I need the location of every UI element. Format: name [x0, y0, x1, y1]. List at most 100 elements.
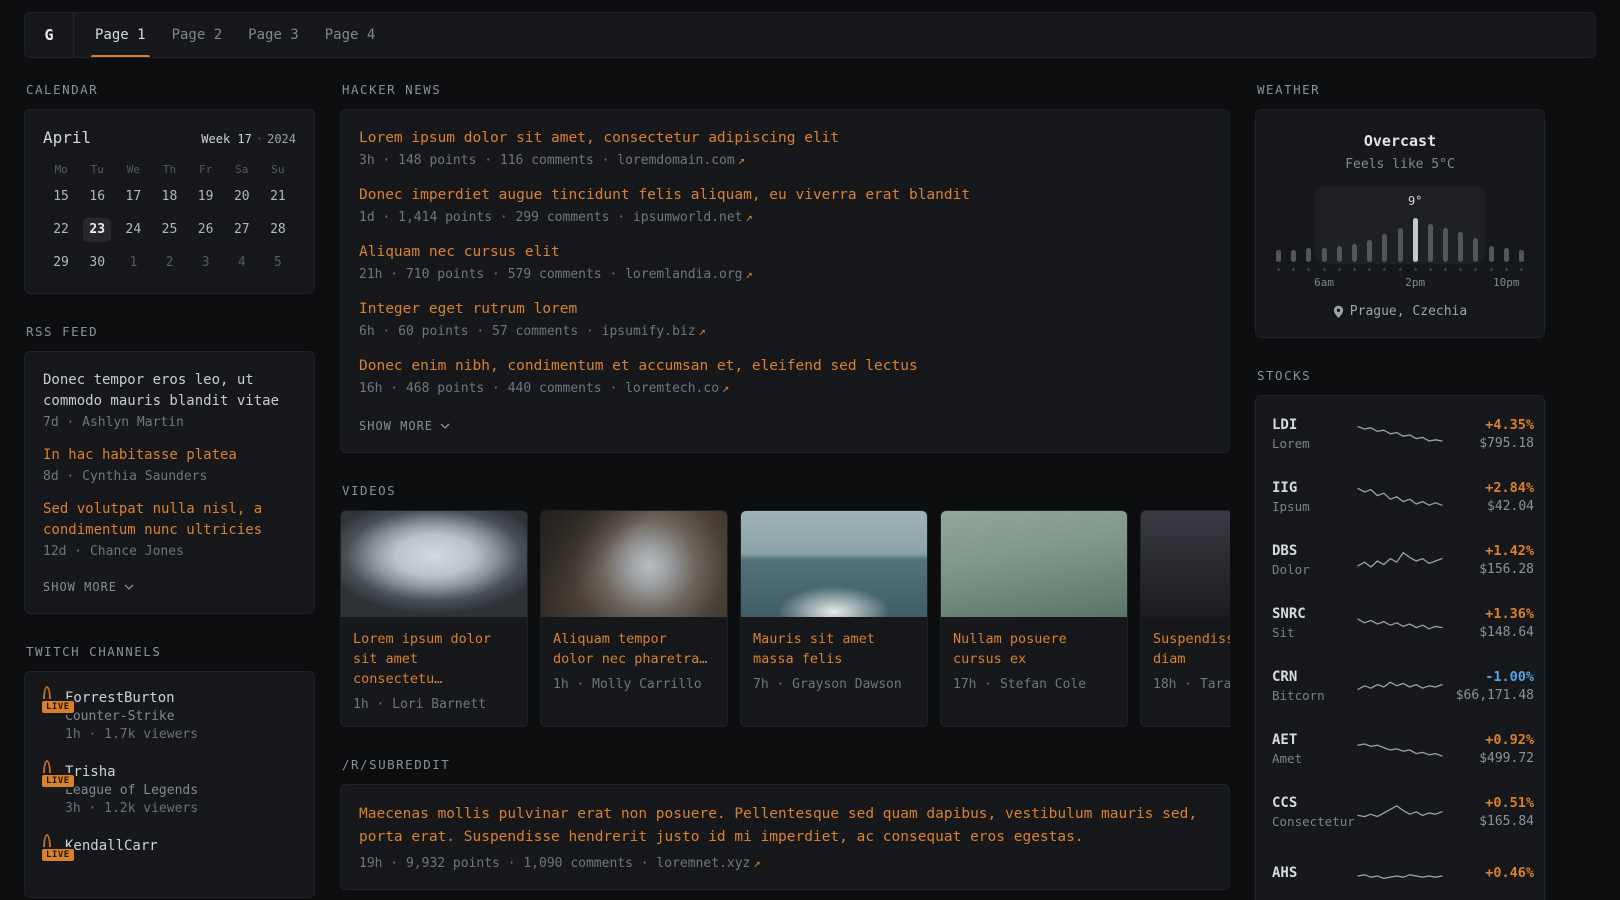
stock-change: +0.46%: [1444, 865, 1534, 881]
rss-item: Sed volutpat nulla nisl, a condimentum n…: [43, 499, 296, 559]
rss-item-title[interactable]: Sed volutpat nulla nisl, a condimentum n…: [43, 499, 296, 541]
show-more-label: SHOW MORE: [43, 580, 117, 594]
twitch-channel-row[interactable]: LIVE KendallCarr: [43, 838, 296, 857]
stock-row[interactable]: SNRCSit +1.36%$148.64: [1272, 591, 1528, 654]
weather-time-label: 2pm: [1405, 276, 1425, 289]
video-card[interactable]: Aliquam tempor dolor nec pharetra… 1h · …: [540, 510, 728, 727]
stock-sparkline: [1356, 796, 1444, 828]
page: G Page 1 Page 2 Page 3 Page 4 CALENDAR A…: [0, 12, 1620, 900]
stock-change: +0.51%: [1444, 795, 1534, 811]
middle-column: HACKER NEWS Lorem ipsum dolor sit amet, …: [340, 82, 1230, 890]
rss-item-title[interactable]: Donec tempor eros leo, ut commodo mauris…: [43, 370, 296, 412]
stock-name: Consectetur: [1272, 814, 1356, 829]
rss-show-more-button[interactable]: SHOW MORE: [43, 580, 134, 594]
weather-dot: [1490, 268, 1493, 271]
subreddit-item-title[interactable]: Maecenas mollis pulvinar erat non posuer…: [359, 803, 1211, 849]
calendar-day: 24: [115, 218, 151, 242]
stock-symbol: AHS: [1272, 865, 1356, 881]
tab-page-3[interactable]: Page 3: [248, 13, 299, 57]
topbar: G Page 1 Page 2 Page 3 Page 4: [24, 12, 1596, 58]
video-meta: 18h · Tara: [1153, 677, 1230, 692]
rss-card: Donec tempor eros leo, ut commodo mauris…: [24, 351, 315, 614]
twitch-channel-row[interactable]: LIVE Trisha League of Legends 3h · 1.2k …: [43, 764, 296, 816]
hn-item-title[interactable]: Donec imperdiet augue tincidunt felis al…: [359, 185, 1211, 206]
weather-dot: [1353, 268, 1356, 271]
section-title-hackernews: HACKER NEWS: [342, 82, 1230, 97]
tab-page-2[interactable]: Page 2: [172, 13, 223, 57]
weather-location-row: Prague, Czechia: [1271, 304, 1529, 319]
video-card[interactable]: Nullam posuere cursus ex 17h · Stefan Co…: [940, 510, 1128, 727]
twitch-channel-meta: 3h · 1.2k viewers: [65, 801, 198, 816]
twitch-channel-name: KendallCarr: [65, 838, 158, 854]
weather-bar: [1276, 250, 1281, 262]
hn-show-more-button[interactable]: SHOW MORE: [359, 419, 450, 433]
hn-item: Donec imperdiet augue tincidunt felis al…: [359, 185, 1211, 225]
hn-item-domain-link[interactable]: loremlandia.org↗: [625, 267, 753, 282]
video-card[interactable]: Suspendisse diam 18h · Tara: [1140, 510, 1230, 727]
tab-page-4[interactable]: Page 4: [325, 13, 376, 57]
stock-row[interactable]: LDILorem +4.35%$795.18: [1272, 402, 1528, 465]
video-card[interactable]: Mauris sit amet massa felis 7h · Grayson…: [740, 510, 928, 727]
weather-time-label: 10pm: [1493, 276, 1520, 289]
calendar-week-year: Week 17·2024: [201, 132, 296, 146]
hn-item-title[interactable]: Lorem ipsum dolor sit amet, consectetur …: [359, 128, 1211, 149]
stock-symbol: SNRC: [1272, 606, 1356, 622]
stocks-card: LDILorem +4.35%$795.18 IIGIpsum +2.84%$4…: [1255, 395, 1545, 900]
weather-bar: [1322, 248, 1327, 262]
subreddit-item-domain-link[interactable]: loremnet.xyz↗: [656, 856, 760, 871]
section-title-calendar: CALENDAR: [26, 82, 315, 97]
stock-price: $165.84: [1444, 814, 1534, 829]
hn-item-title[interactable]: Donec enim nibh, condimentum et accumsan…: [359, 356, 1211, 377]
calendar-dow: Mo: [43, 163, 79, 176]
hn-item-stats: 1d · 1,414 points · 299 comments ·: [359, 210, 625, 225]
hn-item-domain-link[interactable]: loremtech.co↗: [625, 381, 729, 396]
video-card[interactable]: Lorem ipsum dolor sit amet consectetu… 1…: [340, 510, 528, 727]
external-link-icon: ↗: [746, 267, 753, 281]
app-logo[interactable]: G: [25, 13, 73, 57]
weather-dot: [1338, 268, 1341, 271]
calendar-dow: Su: [260, 163, 296, 176]
calendar-day-other-month: 5: [260, 251, 296, 275]
left-column: CALENDAR April Week 17·2024 Mo Tu We Th …: [24, 82, 315, 898]
stock-row[interactable]: AHS +0.46%: [1272, 843, 1528, 900]
twitch-channel-game: Counter-Strike: [65, 709, 198, 724]
video-meta: 1h · Molly Carrillo: [553, 677, 715, 692]
tab-page-1[interactable]: Page 1: [95, 13, 146, 57]
weather-dot: [1505, 268, 1508, 271]
hn-item-meta: 3h · 148 points · 116 comments · loremdo…: [359, 153, 1211, 168]
calendar-day: 29: [43, 251, 79, 275]
calendar-header: April Week 17·2024: [43, 128, 296, 147]
video-thumbnail: [741, 511, 927, 617]
location-pin-icon: [1333, 305, 1344, 319]
avatar-wrap: LIVE: [43, 690, 51, 709]
stock-row[interactable]: CCSConsectetur +0.51%$165.84: [1272, 780, 1528, 843]
weather-bar: [1306, 248, 1311, 262]
stock-row[interactable]: DBSDolor +1.42%$156.28: [1272, 528, 1528, 591]
stock-sparkline: [1356, 859, 1444, 891]
stock-sparkline: [1356, 544, 1444, 576]
weather-bar: [1291, 250, 1296, 262]
stock-row[interactable]: AETAmet +0.92%$499.72: [1272, 717, 1528, 780]
hn-item: Aliquam nec cursus elit 21h · 710 points…: [359, 242, 1211, 282]
twitch-channel-meta: 1h · 1.7k viewers: [65, 727, 198, 742]
video-title: Mauris sit amet massa felis: [753, 629, 915, 669]
hn-item-domain-link[interactable]: loremdomain.com↗: [617, 153, 745, 168]
hn-item-domain-link[interactable]: ipsumworld.net↗: [633, 210, 753, 225]
calendar-day: 27: [224, 218, 260, 242]
twitch-channel-name: Trisha: [65, 764, 198, 780]
stock-price: $148.64: [1444, 625, 1534, 640]
section-title-subreddit: /R/SUBREDDIT: [342, 757, 1230, 772]
hn-item-title[interactable]: Integer eget rutrum lorem: [359, 299, 1211, 320]
stocks-widget: STOCKS LDILorem +4.35%$795.18 IIGIpsum +…: [1255, 368, 1545, 900]
hn-item-meta: 6h · 60 points · 57 comments · ipsumify.…: [359, 324, 1211, 339]
hn-item-domain-link[interactable]: ipsumify.biz↗: [602, 324, 706, 339]
stock-row[interactable]: CRNBitcorn -1.00%$66,171.48: [1272, 654, 1528, 717]
stock-change: +1.36%: [1444, 606, 1534, 622]
section-title-rss: RSS FEED: [26, 324, 315, 339]
stock-row[interactable]: IIGIpsum +2.84%$42.04: [1272, 465, 1528, 528]
weather-peak-temp: 9°: [1408, 194, 1422, 208]
avatar-wrap: LIVE: [43, 764, 51, 783]
hn-item-title[interactable]: Aliquam nec cursus elit: [359, 242, 1211, 263]
twitch-channel-row[interactable]: LIVE ForrestBurton Counter-Strike 1h · 1…: [43, 690, 296, 742]
rss-item-title[interactable]: In hac habitasse platea: [43, 445, 296, 466]
